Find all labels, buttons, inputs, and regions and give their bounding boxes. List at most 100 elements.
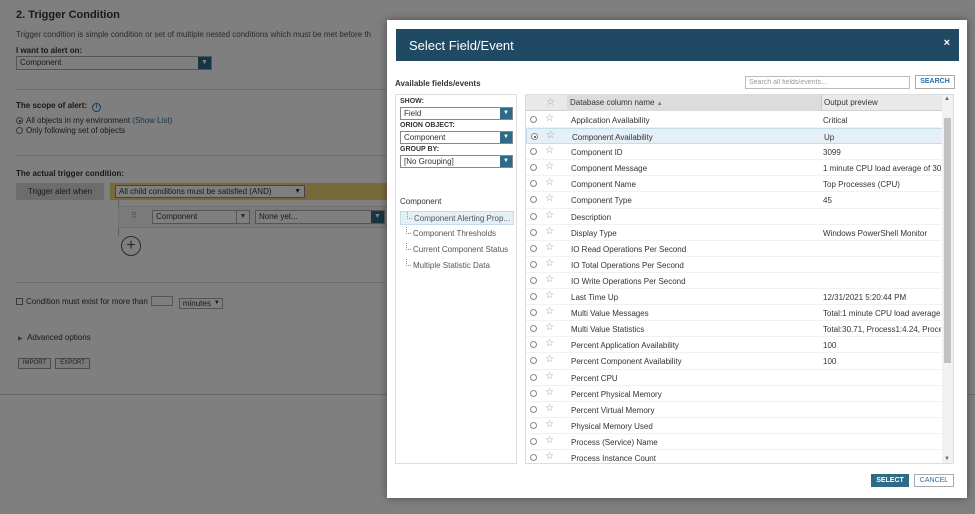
row-radio[interactable]: [530, 309, 537, 317]
tree-item-thresholds[interactable]: Component Thresholds: [400, 227, 514, 241]
row-column-name: Component Name: [571, 180, 636, 190]
group-by-select[interactable]: [No Grouping] ▼: [400, 155, 513, 168]
tree-item-alerting-properties[interactable]: Component Alerting Prop...: [400, 211, 514, 225]
row-radio[interactable]: [530, 228, 537, 236]
row-radio[interactable]: [530, 276, 537, 284]
row-radio[interactable]: [530, 437, 537, 445]
favorite-star-icon[interactable]: ☆: [545, 113, 554, 124]
table-row[interactable]: ☆ IO Write Operations Per Second: [526, 273, 943, 290]
chevron-down-icon: ▼: [500, 132, 512, 143]
favorite-star-icon[interactable]: ☆: [545, 451, 554, 462]
row-radio[interactable]: [530, 293, 537, 301]
row-radio[interactable]: [530, 260, 537, 268]
row-radio[interactable]: [530, 116, 537, 123]
favorite-star-icon[interactable]: ☆: [545, 258, 554, 269]
table-row[interactable]: ☆ Multi Value Messages Total:1 minute CPU …: [526, 305, 943, 322]
favorite-star-icon[interactable]: ☆: [545, 371, 554, 382]
tree-root-component[interactable]: Component: [400, 197, 441, 206]
row-radio[interactable]: [531, 133, 538, 141]
table-row[interactable]: ☆ Percent Virtual Memory: [526, 402, 943, 418]
row-radio[interactable]: [530, 341, 537, 349]
select-button[interactable]: SELECT: [871, 474, 909, 487]
favorite-star-icon[interactable]: ☆: [545, 419, 554, 430]
table-row[interactable]: ☆ Component Message 1 minute CPU load aver…: [526, 160, 943, 177]
row-radio[interactable]: [530, 389, 537, 397]
table-row[interactable]: ☆ Process Instance Count: [526, 450, 943, 463]
favorite-star-icon[interactable]: ☆: [545, 177, 554, 188]
table-row[interactable]: ☆ Description: [526, 209, 943, 225]
row-column-name: Process (Service) Name: [571, 437, 658, 447]
row-column-name: Multi Value Statistics: [571, 325, 645, 335]
tree-item-multiple-statistic[interactable]: Multiple Statistic Data: [400, 259, 514, 273]
table-row[interactable]: ☆ Last Time Up 12/31/2021 5:20:44 PM: [526, 289, 943, 306]
favorite-star-icon[interactable]: ☆: [545, 387, 554, 398]
scrollbar-thumb[interactable]: [944, 118, 951, 363]
table-row[interactable]: ☆ Component Availability Up: [526, 128, 943, 145]
favorite-star-icon[interactable]: ☆: [545, 338, 554, 349]
table-row[interactable]: ☆ Component Type 45: [526, 192, 943, 209]
favorite-star-icon[interactable]: ☆: [545, 354, 554, 365]
row-radio[interactable]: [530, 148, 537, 156]
row-radio[interactable]: [530, 421, 537, 429]
table-row[interactable]: ☆ Multi Value Statistics Total:30.71, Proc…: [526, 321, 943, 338]
tree-item-current-status[interactable]: Current Component Status: [400, 243, 514, 257]
table-row[interactable]: ☆ Physical Memory Used: [526, 418, 943, 434]
scroll-down-icon[interactable]: ▼: [944, 456, 950, 462]
row-radio[interactable]: [530, 373, 537, 381]
favorite-star-icon[interactable]: ☆: [545, 274, 554, 285]
favorite-star-icon[interactable]: ☆: [545, 161, 554, 172]
favorite-star-icon[interactable]: ☆: [545, 242, 554, 253]
column-header-preview: Output preview: [824, 98, 878, 107]
table-row[interactable]: ☆ Percent Application Availability 100: [526, 337, 943, 354]
grid-scrollbar[interactable]: ▲ ▼: [942, 95, 953, 463]
row-column-name: Component Message: [571, 164, 648, 174]
row-column-name: Application Availability: [571, 116, 650, 125]
table-row[interactable]: ☆ IO Total Operations Per Second: [526, 257, 943, 273]
favorite-star-icon[interactable]: ☆: [545, 145, 554, 156]
table-row[interactable]: ☆ Component ID 3099: [526, 144, 943, 161]
favorite-star-icon[interactable]: ☆: [545, 290, 554, 301]
grid-header: ☆ Database column name ▲ Output preview: [526, 95, 943, 111]
scroll-up-icon[interactable]: ▲: [944, 96, 950, 102]
table-row[interactable]: ☆ Process (Service) Name: [526, 434, 943, 450]
row-output-preview: 12/31/2021 5:20:44 PM: [823, 293, 907, 303]
favorite-star-icon[interactable]: ☆: [546, 130, 555, 141]
row-radio[interactable]: [530, 405, 537, 413]
table-row[interactable]: ☆ IO Read Operations Per Second: [526, 241, 943, 257]
table-row[interactable]: ☆ Component Name Top Processes (CPU): [526, 176, 943, 193]
row-radio[interactable]: [530, 244, 537, 252]
fields-grid: ☆ Database column name ▲ Output preview …: [525, 94, 954, 464]
row-radio[interactable]: [530, 164, 537, 172]
row-radio[interactable]: [530, 212, 537, 220]
row-radio[interactable]: [530, 196, 537, 204]
cancel-button[interactable]: CANCEL: [914, 474, 954, 487]
row-column-name: IO Write Operations Per Second: [571, 276, 686, 286]
dialog-title: Select Field/Event: [409, 38, 514, 53]
orion-object-select[interactable]: Component ▼: [400, 131, 513, 144]
table-row[interactable]: ☆ Display Type Windows PowerShell Monitor: [526, 225, 943, 241]
show-select[interactable]: Field ▼: [400, 107, 513, 120]
row-output-preview: Top Processes (CPU): [823, 180, 900, 190]
chevron-down-icon: ▼: [500, 108, 512, 119]
row-radio[interactable]: [530, 453, 537, 461]
table-row[interactable]: ☆ Percent CPU: [526, 370, 943, 386]
row-radio[interactable]: [530, 325, 537, 333]
search-button[interactable]: SEARCH: [915, 75, 955, 89]
column-header-name[interactable]: Database column name ▲: [570, 98, 663, 107]
filter-panel: SHOW: Field ▼ ORION OBJECT: Component ▼ GR…: [395, 94, 517, 464]
table-row[interactable]: ☆ Percent Component Availability 100: [526, 353, 943, 370]
favorite-star-icon[interactable]: ☆: [545, 403, 554, 414]
search-input[interactable]: [745, 76, 910, 89]
favorite-star-icon[interactable]: ☆: [545, 226, 554, 237]
favorite-star-icon[interactable]: ☆: [545, 193, 554, 204]
row-radio[interactable]: [530, 180, 537, 188]
favorite-star-icon[interactable]: ☆: [545, 435, 554, 446]
row-column-name: Physical Memory Used: [571, 421, 653, 431]
table-row[interactable]: ☆ Percent Physical Memory: [526, 386, 943, 402]
favorite-star-icon[interactable]: ☆: [545, 210, 554, 221]
row-radio[interactable]: [530, 357, 537, 365]
close-icon[interactable]: ×: [944, 37, 950, 49]
table-row[interactable]: ☆ Application Availability Critical: [526, 112, 943, 129]
favorite-star-icon[interactable]: ☆: [545, 322, 554, 333]
favorite-star-icon[interactable]: ☆: [545, 306, 554, 317]
